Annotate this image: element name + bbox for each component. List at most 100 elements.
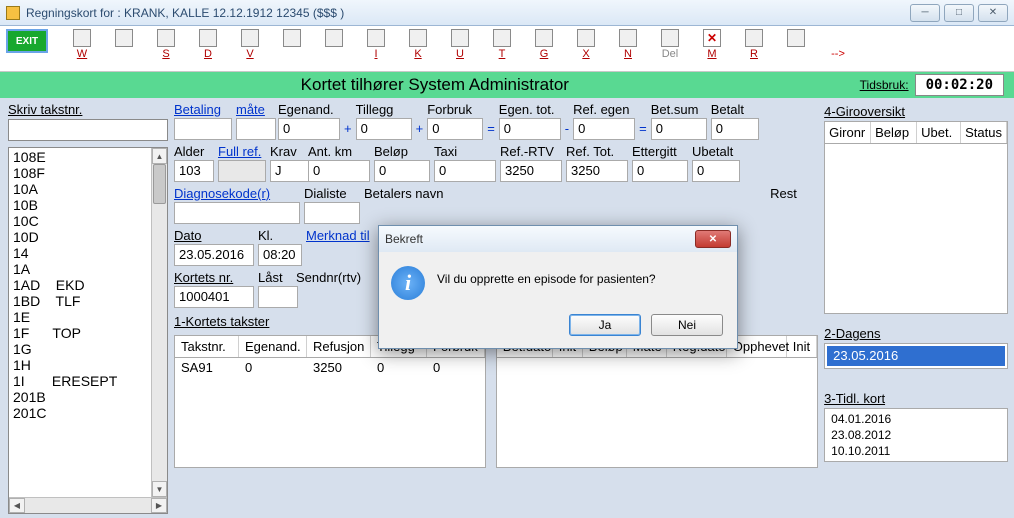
sendnr-label: Sendnr(rtv) (296, 270, 368, 285)
dialog-close-button[interactable]: ✕ (695, 230, 731, 248)
mate-label[interactable]: måte (236, 102, 274, 117)
exit-button[interactable]: EXIT (6, 29, 48, 53)
scroll-up-icon[interactable]: ▲ (152, 148, 167, 164)
dialog-yes-button[interactable]: Ja (569, 314, 641, 336)
toolbar-n[interactable]: N (616, 29, 640, 60)
toolbar-v[interactable]: V (238, 29, 262, 60)
fullref-field[interactable] (218, 160, 266, 182)
dialiste-label: Dialiste (304, 186, 360, 201)
fullref-label[interactable]: Full ref. (218, 144, 266, 159)
kl-label: Kl. (258, 228, 302, 243)
printer-icon (283, 29, 301, 47)
betalinger-body[interactable] (496, 358, 818, 468)
kl-field[interactable]: 08:20 (258, 244, 302, 266)
forbruk-field[interactable]: 0 (427, 118, 483, 140)
toolbar-d[interactable]: D (196, 29, 220, 60)
dialiste-field[interactable] (304, 202, 360, 224)
scroll-right-icon[interactable]: ▶ (151, 498, 167, 513)
list-item[interactable]: 1E (11, 309, 165, 325)
toolbar-r[interactable]: R (742, 29, 766, 60)
money-icon (577, 29, 595, 47)
toolbar-i[interactable]: I (364, 29, 388, 60)
belop-field[interactable]: 0 (374, 160, 430, 182)
betalt-label: Betalt (711, 102, 759, 117)
dato-field[interactable]: 23.05.2016 (174, 244, 254, 266)
close-button[interactable]: ✕ (978, 4, 1008, 22)
minus-icon: - (565, 121, 569, 140)
egentot-field[interactable]: 0 (499, 118, 561, 140)
toolbar-arrow[interactable]: --> (826, 29, 850, 60)
toolbar-print1[interactable] (280, 29, 304, 48)
merknad-label[interactable]: Merknad til (306, 228, 386, 243)
refegen-label: Ref. egen (573, 102, 635, 117)
list-item[interactable]: 1H (11, 357, 165, 373)
betsum-label: Bet.sum (651, 102, 707, 117)
scroll-down-icon[interactable]: ▼ (152, 481, 167, 497)
list-item[interactable]: 201B (11, 389, 165, 405)
list-item[interactable]: 1A (11, 261, 165, 277)
tidl-item[interactable]: 23.08.2012 (831, 427, 1001, 443)
toolbar-m[interactable]: ✕M (700, 29, 724, 60)
dagens-item[interactable]: 23.05.2016 (827, 346, 1005, 366)
toolbar-s[interactable]: S (154, 29, 178, 60)
list-item[interactable]: 108F (11, 165, 165, 181)
list-item[interactable]: 1F TOP (11, 325, 165, 341)
tidsbruk-label: Tidsbruk: (860, 78, 909, 92)
toolbar-u[interactable]: U (448, 29, 472, 60)
dialog-no-button[interactable]: Nei (651, 314, 723, 336)
list-scrollbar-vertical[interactable]: ▲ ▼ (151, 148, 167, 497)
titlebar: Regningskort for : KRANK, KALLE 12.12.19… (0, 0, 1014, 26)
toolbar-blank1[interactable] (112, 29, 136, 48)
krav-field[interactable]: J (270, 160, 310, 182)
list-item[interactable]: 1AD EKD (11, 277, 165, 293)
toolbar-print2[interactable] (322, 29, 346, 48)
scroll-left-icon[interactable]: ◀ (9, 498, 25, 513)
kortetsnr-label: Kortets nr. (174, 270, 254, 285)
list-item[interactable]: 1I ERESEPT (11, 373, 165, 389)
tidl-item[interactable]: 04.01.2016 (831, 411, 1001, 427)
ettergitt-field[interactable]: 0 (632, 160, 688, 182)
taxi-field[interactable]: 0 (434, 160, 496, 182)
takst-list[interactable]: 108E 108F 10A 10B 10C 10D 14 1A 1AD EKD … (8, 147, 168, 514)
toolbar-del[interactable]: Del (658, 29, 682, 60)
table-row[interactable]: SA91 0 3250 0 0 (175, 358, 485, 377)
betaling-field[interactable] (174, 118, 232, 140)
toolbar-w[interactable]: W (70, 29, 94, 60)
diagnose-label[interactable]: Diagnosekode(r) (174, 186, 300, 201)
giro-body[interactable] (824, 144, 1008, 314)
list-item[interactable]: 10A (11, 181, 165, 197)
list-item[interactable]: 1G (11, 341, 165, 357)
list-scrollbar-horizontal[interactable]: ◀ ▶ (9, 497, 167, 513)
takster-body[interactable]: SA91 0 3250 0 0 (174, 358, 486, 468)
minimize-button[interactable]: ─ (910, 4, 940, 22)
list-item[interactable]: 10B (11, 197, 165, 213)
takstnr-input[interactable] (8, 119, 168, 141)
list-item[interactable]: 10D (11, 229, 165, 245)
toolbar-t[interactable]: T (490, 29, 514, 60)
last-field[interactable] (258, 286, 298, 308)
kortetsnr-field: 1000401 (174, 286, 254, 308)
maximize-button[interactable]: □ (944, 4, 974, 22)
toolbar-x[interactable]: X (574, 29, 598, 60)
refegen-field[interactable]: 0 (573, 118, 635, 140)
betsum-field[interactable]: 0 (651, 118, 707, 140)
toolbar-k[interactable]: K (406, 29, 430, 60)
delete-icon (661, 29, 679, 47)
egenand-field[interactable]: 0 (278, 118, 340, 140)
scroll-thumb[interactable] (153, 164, 166, 204)
betalt-field[interactable]: 0 (711, 118, 759, 140)
list-item[interactable]: 201C (11, 405, 165, 421)
list-item[interactable]: 108E (11, 149, 165, 165)
list-item[interactable]: 10C (11, 213, 165, 229)
list-item[interactable]: 14 (11, 245, 165, 261)
tillegg-field[interactable]: 0 (356, 118, 412, 140)
toolbar-g[interactable]: G (532, 29, 556, 60)
diagnose-field[interactable] (174, 202, 300, 224)
icpc-icon (199, 29, 217, 47)
betaling-label[interactable]: Betaling (174, 102, 232, 117)
antkm-field[interactable]: 0 (308, 160, 370, 182)
tidl-item[interactable]: 10.10.2011 (831, 443, 1001, 459)
toolbar-slots[interactable] (784, 29, 808, 48)
mate-field[interactable] (236, 118, 276, 140)
list-item[interactable]: 1BD TLF (11, 293, 165, 309)
